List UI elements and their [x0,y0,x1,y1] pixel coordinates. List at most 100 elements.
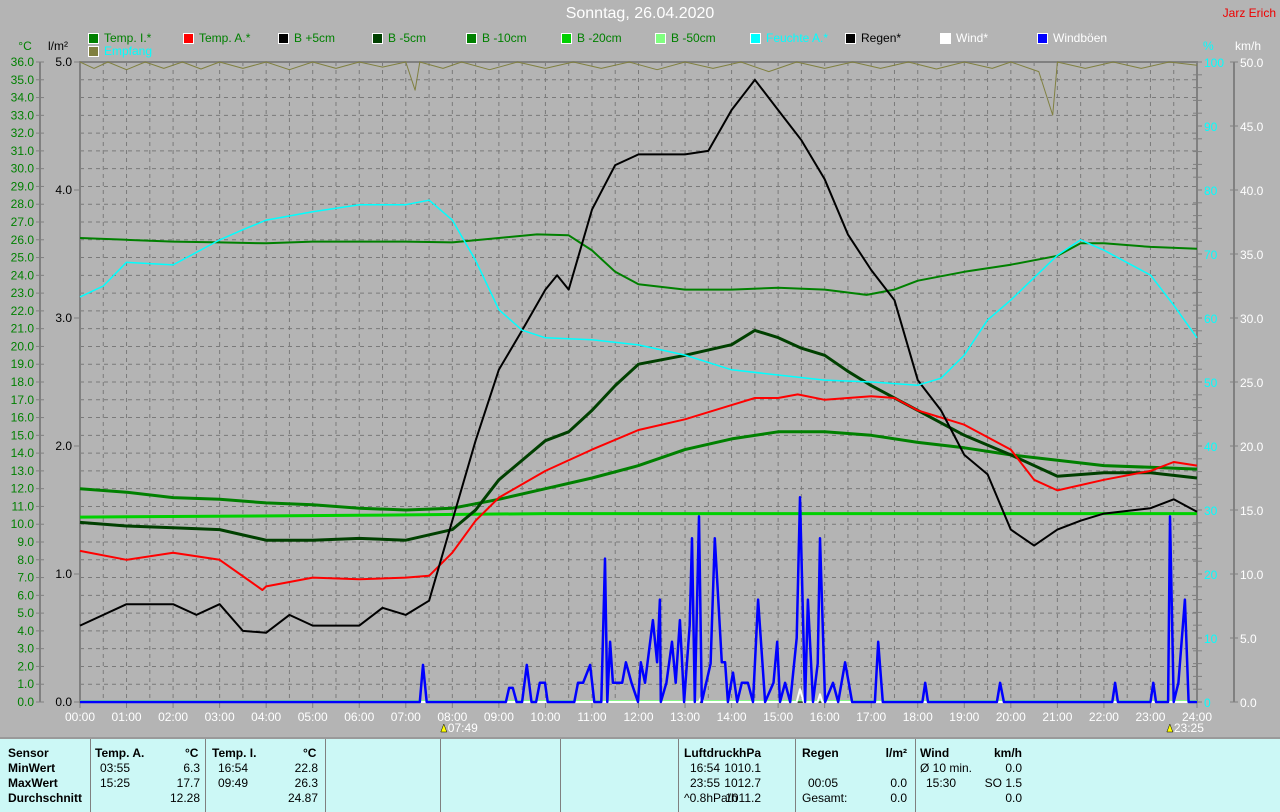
wind-tick-label: 5.0 [1240,632,1257,646]
legend-swatch [88,32,99,44]
temp-i-max-time: 09:49 [218,776,249,790]
legend-swatch [88,45,99,57]
temp-i-avg: 24.87 [287,791,318,805]
temp-tick-label: 14.0 [11,446,35,460]
pressure-avg: 1011.2 [725,791,761,805]
legend-label: Windböen [1053,31,1108,45]
legend-item-b-10cm: B -10cm [466,31,527,45]
rain-total: 0.0 [890,791,907,805]
temp-tick-label: 27.0 [11,215,35,229]
legend-swatch [466,32,477,44]
wind-last: 0.0 [1005,791,1022,805]
temp-tick-label: 5.0 [17,606,34,620]
x-tick-label: 10:00 [530,710,560,724]
humidity-tick-label: 60 [1204,312,1218,326]
temp-tick-label: 36.0 [11,55,35,69]
temp-axis-unit: °C [18,39,32,53]
wind-unit: km/h [993,746,1022,760]
x-tick-label: 22:00 [1089,710,1119,724]
wind-tick-label: 20.0 [1240,440,1264,454]
x-tick-label: 09:00 [484,710,514,724]
x-tick-label: 06:00 [344,710,374,724]
rain-tick-label: 1.0 [55,567,72,581]
sunset-time-label: 23:25 [1174,721,1204,735]
row-header-avg: Durchschnitt [8,791,83,805]
temp-tick-label: 28.0 [11,197,35,211]
temp-i-min-time: 16:54 [218,761,249,775]
legend-item-windb-en: Windböen [1037,31,1107,45]
wind-avg-label: Ø 10 min. [920,761,973,775]
wind-tick-label: 15.0 [1240,504,1264,518]
series-b-5cm [79,78,1198,634]
temp-tick-label: 18.0 [11,375,35,389]
temp-tick-label: 3.0 [17,642,34,656]
x-tick-label: 02:00 [158,710,188,724]
temp-a-max: 17.7 [176,776,200,790]
temp-tick-label: 25.0 [11,251,35,265]
x-tick-label: 03:00 [205,710,235,724]
pressure-min-time: 16:54 [690,761,721,775]
legend-label: Wind* [956,31,989,45]
pressure-max-time: 23:55 [690,776,721,790]
row-header-sensor: Sensor [8,746,49,760]
wind-max-time: 15:30 [926,776,957,790]
legend-item-temp-a: Temp. A.* [183,31,250,45]
temp-tick-label: 6.0 [17,588,34,602]
sunrise-icon [440,723,448,733]
humidity-tick-label: 20 [1204,568,1218,582]
wind-tick-label: 40.0 [1240,184,1264,198]
chart-title: Sonntag, 26.04.2020 [565,5,715,22]
temp-tick-label: 20.0 [11,339,35,353]
rain-value: 0.0 [890,776,907,790]
x-tick-label: 12:00 [623,710,653,724]
rain-tick-label: 4.0 [55,183,72,197]
temp-i-min: 22.8 [294,761,318,775]
temp-tick-label: 1.0 [17,677,34,691]
temp-a-avg: 12.28 [169,791,200,805]
pressure-title: Luftdruck [684,746,740,760]
x-tick-label: 11:00 [577,710,606,724]
x-tick-label: 20:00 [996,710,1026,724]
x-tick-label: 13:00 [670,710,700,724]
temp-tick-label: 22.0 [11,304,35,318]
wind-tick-label: 50.0 [1240,56,1264,70]
legend-swatch [183,32,194,44]
legend-swatch [940,32,951,44]
legend-item-regen: Regen* [845,31,901,45]
temp-tick-label: 7.0 [17,571,34,585]
pressure-max: 1012.7 [724,776,761,790]
temp-tick-label: 23.0 [11,286,35,300]
temp-tick-label: 34.0 [11,91,35,105]
humidity-tick-label: 90 [1204,120,1218,134]
x-tick-label: 19:00 [949,710,979,724]
wind-tick-label: 25.0 [1240,376,1264,390]
x-tick-label: 15:00 [763,710,793,724]
temp-tick-label: 26.0 [11,233,35,247]
x-tick-label: 05:00 [298,710,328,724]
legend-swatch [655,32,666,44]
legend-swatch [372,32,383,44]
rain-unit: l/m² [885,746,907,760]
temp-tick-label: 29.0 [11,179,35,193]
temp-i-unit: °C [303,746,317,760]
temp-i-title: Temp. I. [212,746,257,760]
legend-label: B +5cm [294,31,336,45]
legend-item-b-5cm: B +5cm [278,31,335,45]
rain-time: 00:05 [808,776,839,790]
rain-tick-label: 2.0 [55,439,72,453]
legend-swatch [750,32,761,44]
legend-item-b-50cm: B -50cm [655,31,716,45]
temp-tick-label: 0.0 [17,695,34,709]
author-label: Jarz Erich [1222,6,1276,20]
wind-max: SO 1.5 [984,776,1022,790]
humidity-tick-label: 40 [1204,440,1218,454]
rain-axis-unit: l/m² [48,39,68,53]
temp-tick-label: 11.0 [12,499,35,513]
temp-tick-label: 35.0 [11,73,35,87]
x-tick-label: 21:00 [1042,710,1072,724]
x-tick-label: 01:00 [112,710,142,724]
weather-chart: 0.0 1.0 2.0 3.0 4.0 5.0 6.0 7.0 8.0 9.0 10.0 11.0 12… [11,39,1264,735]
wind-tick-label: 45.0 [1240,120,1264,134]
wind-tick-label: 35.0 [1240,248,1264,262]
legend-item-b-20cm: B -20cm [561,31,622,45]
